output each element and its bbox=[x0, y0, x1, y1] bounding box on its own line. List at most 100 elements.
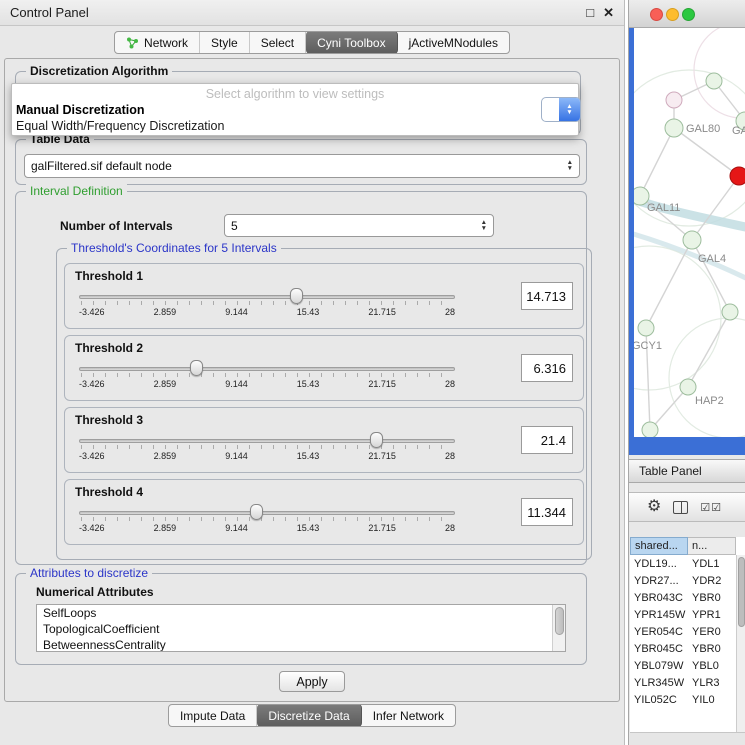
table-scrollbar[interactable] bbox=[736, 555, 745, 732]
node[interactable] bbox=[642, 422, 658, 437]
tab-label: Discretize Data bbox=[268, 709, 349, 723]
gear-icon[interactable]: ⚙ bbox=[647, 499, 661, 515]
node-label-ga: GA bbox=[732, 125, 745, 137]
group-title: Interval Definition bbox=[26, 184, 127, 198]
tab-label: Style bbox=[211, 36, 238, 50]
tab-discretize-data[interactable]: Discretize Data bbox=[257, 704, 361, 727]
tab-infer-network[interactable]: Infer Network bbox=[362, 705, 455, 726]
node[interactable] bbox=[706, 73, 722, 89]
node[interactable] bbox=[666, 92, 682, 108]
apply-button[interactable]: Apply bbox=[279, 671, 344, 692]
close-icon[interactable]: ✕ bbox=[603, 6, 614, 20]
right-panel: GAL80 GA GAL11 GAL4 GCY1 HAP2 Table Pane… bbox=[628, 0, 745, 745]
table-row[interactable]: YDL19... YDL1 bbox=[630, 555, 745, 572]
table-row[interactable]: YBR043C YBR0 bbox=[630, 589, 745, 606]
combobox-value: galFiltered.sif default node bbox=[31, 159, 172, 173]
table-data-combobox[interactable]: galFiltered.sif default node ▲▼ bbox=[24, 154, 580, 178]
tab-style[interactable]: Style bbox=[200, 32, 250, 53]
threshold-3-value-field[interactable]: 21.4 bbox=[521, 426, 573, 454]
threshold-label: Threshold 3 bbox=[75, 413, 469, 427]
tab-label: Select bbox=[261, 36, 294, 50]
dropdown-placeholder: Select algorithm to view settings bbox=[12, 87, 578, 101]
chevron-up-down-icon: ▲▼ bbox=[561, 160, 573, 172]
combobox-value: 5 bbox=[231, 219, 238, 233]
table-row[interactable]: YBR045C YBR0 bbox=[630, 640, 745, 657]
attributes-to-discretize-group: Attributes to discretize Numerical Attri… bbox=[15, 573, 587, 665]
node-label-gal11: GAL11 bbox=[647, 202, 680, 214]
table-row[interactable]: YLR345W YLR3 bbox=[630, 674, 745, 691]
number-of-intervals-combobox[interactable]: 5 ▲▼ bbox=[224, 214, 494, 237]
slider-track bbox=[79, 511, 455, 515]
threshold-4-slider[interactable] bbox=[79, 504, 455, 522]
node-gal80[interactable] bbox=[665, 119, 683, 137]
slider-tick-labels: -3.426 2.859 9.144 15.43 21.715 28 bbox=[79, 307, 455, 317]
network-view-window: GAL80 GA GAL11 GAL4 GCY1 HAP2 bbox=[629, 0, 745, 455]
node-selected-red[interactable] bbox=[730, 167, 745, 185]
tab-label: Impute Data bbox=[180, 709, 245, 723]
thresholds-coordinates-group: Threshold's Coordinates for 5 Intervals … bbox=[56, 248, 592, 560]
tab-jactivemnodules[interactable]: jActiveMNodules bbox=[398, 32, 509, 53]
column-header-name[interactable]: n... bbox=[688, 537, 736, 555]
tab-select[interactable]: Select bbox=[250, 32, 306, 53]
list-item-betweennesscentrality[interactable]: BetweennessCentrality bbox=[37, 637, 565, 652]
dropdown-option-equal-width-frequency[interactable]: Equal Width/Frequency Discretization bbox=[16, 119, 224, 133]
table-panel-header: Table Panel bbox=[629, 459, 745, 483]
node-attribute-table: shared... n... YDL19... YDL1 YDR27... YD… bbox=[630, 537, 745, 745]
dropdown-option-manual-discretization[interactable]: Manual Discretization bbox=[16, 103, 145, 117]
threshold-1-value-field[interactable]: 14.713 bbox=[521, 282, 573, 310]
traffic-close-button[interactable] bbox=[650, 8, 663, 21]
column-header-shared-name[interactable]: shared... bbox=[630, 537, 688, 555]
threshold-2-panel: Threshold 2 -3.426 2.859 9.144 bbox=[64, 335, 584, 401]
traffic-minimize-button[interactable] bbox=[666, 8, 679, 21]
slider-thumb[interactable] bbox=[290, 288, 303, 304]
float-window-icon[interactable]: □ bbox=[586, 6, 594, 20]
table-header-row: shared... n... bbox=[630, 537, 745, 555]
tab-network[interactable]: Network bbox=[115, 32, 200, 53]
node-label-hap2: HAP2 bbox=[695, 395, 724, 407]
select-columns-icon[interactable]: ☑☑ bbox=[700, 501, 722, 514]
threshold-2-value-field[interactable]: 6.316 bbox=[521, 354, 573, 382]
table-row[interactable]: YIL052C YIL0 bbox=[630, 691, 745, 708]
traffic-zoom-button[interactable] bbox=[682, 8, 695, 21]
list-item-selfloops[interactable]: SelfLoops bbox=[37, 605, 565, 621]
list-scrollbar[interactable] bbox=[552, 605, 565, 651]
node-gal4[interactable] bbox=[683, 231, 701, 249]
tab-impute-data[interactable]: Impute Data bbox=[169, 705, 257, 726]
tab-cyni-toolbox[interactable]: Cyni Toolbox bbox=[306, 31, 397, 54]
columns-icon[interactable] bbox=[673, 501, 688, 514]
table-row[interactable]: YBL079W YBL0 bbox=[630, 657, 745, 674]
slider-track bbox=[79, 367, 455, 371]
table-row[interactable]: YPR145W YPR1 bbox=[630, 606, 745, 623]
network-canvas[interactable]: GAL80 GA GAL11 GAL4 GCY1 HAP2 bbox=[634, 28, 745, 437]
algorithm-combobox[interactable]: ▲▼ bbox=[541, 97, 581, 122]
table-row[interactable]: YDR27... YDR2 bbox=[630, 572, 745, 589]
node-gcy1[interactable] bbox=[638, 320, 654, 336]
slider-thumb[interactable] bbox=[250, 504, 263, 520]
threshold-2-slider[interactable] bbox=[79, 360, 455, 378]
slider-thumb[interactable] bbox=[190, 360, 203, 376]
scrollbar-thumb[interactable] bbox=[738, 557, 745, 627]
threshold-3-slider[interactable] bbox=[79, 432, 455, 450]
scrollbar-thumb[interactable] bbox=[555, 607, 564, 635]
threshold-4-value-field[interactable]: 11.344 bbox=[521, 498, 573, 526]
slider-tick-labels: -3.426 2.859 9.144 15.43 21.715 28 bbox=[79, 451, 455, 461]
group-title: Threshold's Coordinates for 5 Intervals bbox=[67, 241, 281, 255]
control-panel-tabs: Network Style Select Cyni Toolbox jActiv… bbox=[114, 31, 510, 54]
node-hap2[interactable] bbox=[680, 379, 696, 395]
node[interactable] bbox=[722, 304, 738, 320]
slider-thumb[interactable] bbox=[370, 432, 383, 448]
chevron-up-down-icon: ▲▼ bbox=[475, 220, 487, 232]
list-item-topologicalcoefficient[interactable]: TopologicalCoefficient bbox=[37, 621, 565, 637]
tab-label: Cyni Toolbox bbox=[317, 36, 385, 50]
slider-tick-labels: -3.426 2.859 9.144 15.43 21.715 28 bbox=[79, 523, 455, 533]
slider-ticks bbox=[81, 517, 453, 521]
threshold-3-panel: Threshold 3 -3.426 2.859 9.144 bbox=[64, 407, 584, 473]
panel-title: Control Panel bbox=[10, 5, 89, 20]
table-row[interactable]: YER054C YER0 bbox=[630, 623, 745, 640]
threshold-label: Threshold 1 bbox=[75, 269, 469, 283]
tab-label: jActiveMNodules bbox=[409, 36, 498, 50]
network-window-titlebar bbox=[629, 0, 745, 28]
group-title: Discretization Algorithm bbox=[26, 64, 172, 78]
group-title: Attributes to discretize bbox=[26, 566, 152, 580]
threshold-1-slider[interactable] bbox=[79, 288, 455, 306]
